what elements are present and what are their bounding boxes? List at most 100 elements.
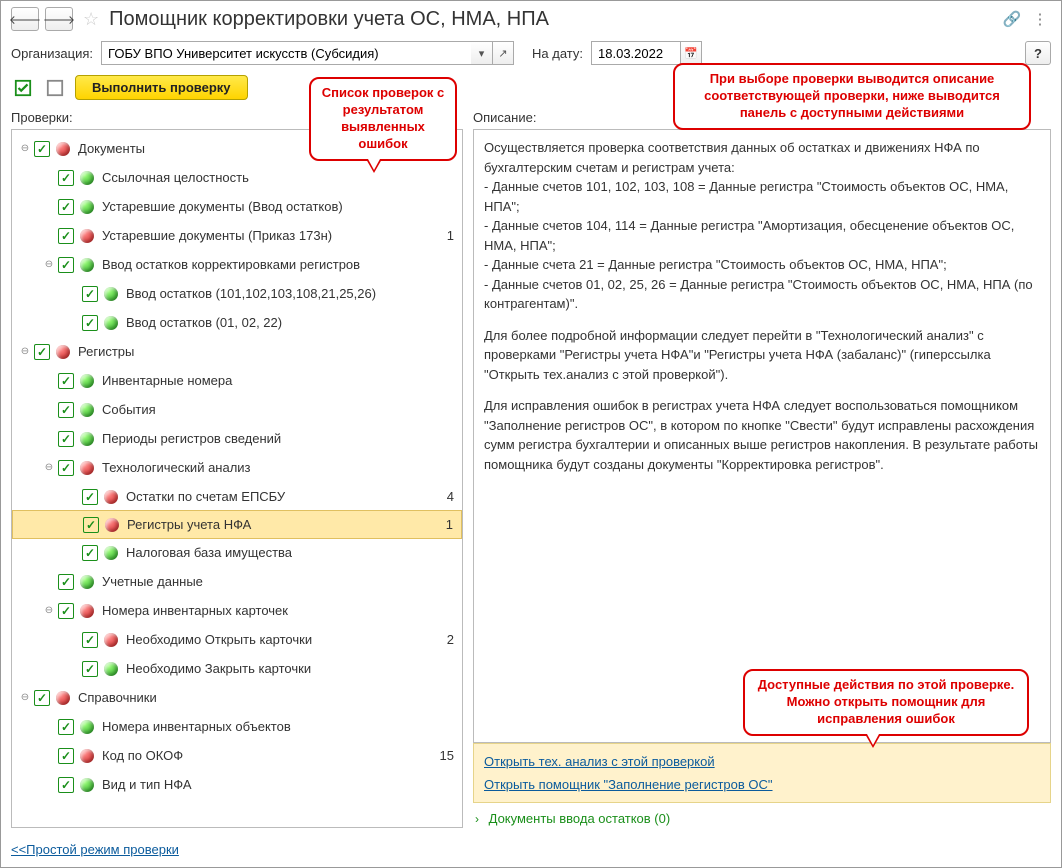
open-tech-analysis-link[interactable]: Открыть тех. анализ с этой проверкой (484, 750, 1040, 773)
callout-checks-list: Список проверок с результатом выявленных… (309, 77, 457, 161)
tree-row[interactable]: ⊖✓ Справочники (12, 683, 462, 712)
tree-row[interactable]: ✓ Устаревшие документы (Ввод остатков) (12, 192, 462, 221)
tree-row[interactable]: ✓Ввод остатков (01, 02, 22) (12, 308, 462, 337)
checkbox[interactable]: ✓ (58, 603, 74, 619)
status-ok-icon (80, 720, 94, 734)
tree-row-label: Вид и тип НФА (102, 777, 432, 792)
callout-description: При выборе проверки выводится описание с… (673, 63, 1031, 130)
tree-row[interactable]: ⊖✓Регистры (12, 337, 462, 366)
org-open-button[interactable]: ↗ (492, 41, 514, 65)
checkbox[interactable]: ✓ (58, 748, 74, 764)
description-box: Осуществляется проверка соответствия дан… (473, 129, 1051, 743)
checkbox[interactable]: ✓ (58, 170, 74, 186)
tree-row-label: Справочники (78, 690, 432, 705)
favorite-icon[interactable]: ☆ (83, 9, 99, 30)
desc-text: Для исправления ошибок в регистрах учета… (484, 396, 1040, 474)
tree-row[interactable]: ✓ Ввод остатков (101,102,103,108,21,25,26… (12, 279, 462, 308)
org-dropdown-button[interactable]: ▾ (471, 41, 493, 65)
tree-row[interactable]: ⊖✓Технологический анализ (12, 453, 462, 482)
tree-row[interactable]: ✓ События (12, 395, 462, 424)
collapse-icon[interactable]: ⊖ (18, 143, 32, 154)
checkbox[interactable]: ✓ (58, 199, 74, 215)
checkbox[interactable]: ✓ (82, 489, 98, 505)
checkbox[interactable]: ✓ (34, 141, 50, 157)
tree-row-label: События (102, 402, 432, 417)
help-button[interactable]: ? (1025, 41, 1051, 65)
checkbox[interactable]: ✓ (82, 315, 98, 331)
checkbox[interactable]: ✓ (58, 431, 74, 447)
date-input[interactable] (591, 41, 681, 65)
tree-row-label: Номера инвентарных объектов (102, 719, 432, 734)
checkbox[interactable]: ✓ (58, 228, 74, 244)
checkbox[interactable]: ✓ (58, 719, 74, 735)
tree-row[interactable]: ✓ Вид и тип НФА (12, 770, 462, 799)
status-ok-icon (80, 432, 94, 446)
status-error-icon (80, 229, 94, 243)
tree-row[interactable]: ✓ Регистры учета НФА1 (12, 510, 462, 539)
collapse-icon[interactable]: ⊖ (42, 462, 56, 473)
tree-row[interactable]: ✓Код по ОКОФ15 (12, 741, 462, 770)
back-button[interactable]: 🡐 (11, 7, 39, 31)
tree-row[interactable]: ✓Налоговая база имущества (12, 538, 462, 567)
page-title: Помощник корректировки учета ОС, НМА, НП… (109, 8, 995, 31)
kebab-icon[interactable]: ⋮ (1029, 10, 1051, 28)
status-ok-icon (104, 287, 118, 301)
checkbox[interactable]: ✓ (82, 286, 98, 302)
tree-row-label: Регистры учета НФА (127, 517, 431, 532)
checkbox[interactable]: ✓ (58, 257, 74, 273)
tree-row-label: Ввод остатков (101,102,103,108,21,25,26) (126, 286, 432, 301)
tree-row[interactable]: ✓ Инвентарные номера (12, 366, 462, 395)
collapse-icon[interactable]: ⊖ (42, 259, 56, 270)
status-error-icon (105, 518, 119, 532)
checkbox[interactable]: ✓ (82, 545, 98, 561)
status-error-icon (104, 490, 118, 504)
checkbox[interactable]: ✓ (58, 574, 74, 590)
tree-row-count: 1 (431, 517, 453, 532)
uncheck-all-button[interactable] (43, 76, 67, 100)
tree-row[interactable]: ✓ Остатки по счетам ЕПСБУ4 (12, 482, 462, 511)
open-fill-registers-link[interactable]: Открыть помощник "Заполнение регистров О… (484, 773, 1040, 796)
calendar-button[interactable]: 📅 (680, 41, 702, 65)
tree-row[interactable]: ⊖✓Ввод остатков корректировками регистро… (12, 250, 462, 279)
collapse-icon[interactable]: ⊖ (42, 605, 56, 616)
tree-row[interactable]: ✓Устаревшие документы (Приказ 173н)1 (12, 221, 462, 250)
tree-row-count: 4 (432, 489, 454, 504)
checkbox[interactable]: ✓ (58, 373, 74, 389)
docs-expander[interactable]: › Документы ввода остатков (0) (473, 803, 1051, 828)
checkbox[interactable]: ✓ (58, 777, 74, 793)
tree-row[interactable]: ✓ Необходимо Закрыть карточки (12, 654, 462, 683)
org-input[interactable] (101, 41, 471, 65)
tree-row-label: Устаревшие документы (Ввод остатков) (102, 199, 432, 214)
simple-mode-link[interactable]: <<Простой режим проверки (11, 842, 179, 857)
tree-row[interactable]: ⊖✓Номера инвентарных карточек (12, 596, 462, 625)
tree-row-label: Учетные данные (102, 574, 432, 589)
tree-row[interactable]: ✓Необходимо Открыть карточки2 (12, 625, 462, 654)
checkbox[interactable]: ✓ (34, 690, 50, 706)
tree-row[interactable]: ✓ Номера инвентарных объектов (12, 712, 462, 741)
collapse-icon[interactable]: ⊖ (18, 346, 32, 357)
collapse-icon[interactable]: ⊖ (18, 692, 32, 703)
status-error-icon (56, 345, 70, 359)
tree-row-label: Инвентарные номера (102, 373, 432, 388)
checkbox[interactable]: ✓ (58, 460, 74, 476)
tree-row-label: Необходимо Закрыть карточки (126, 661, 432, 676)
link-icon[interactable]: 🔗 (1001, 10, 1023, 28)
run-check-button[interactable]: Выполнить проверку (75, 75, 248, 100)
status-error-icon (80, 604, 94, 618)
checkbox[interactable]: ✓ (34, 344, 50, 360)
checkbox[interactable]: ✓ (82, 661, 98, 677)
checkbox[interactable]: ✓ (83, 517, 99, 533)
tree-row-label: Остатки по счетам ЕПСБУ (126, 489, 432, 504)
checks-tree[interactable]: ⊖✓Документы✓Ссылочная целостность✓Устаре… (11, 129, 463, 828)
forward-button[interactable]: 🡒 (45, 7, 73, 31)
tree-row[interactable]: ✓Периоды регистров сведений (12, 424, 462, 453)
status-error-icon (80, 749, 94, 763)
status-ok-icon (80, 403, 94, 417)
tree-row-label: Необходимо Открыть карточки (126, 632, 432, 647)
checkbox[interactable]: ✓ (58, 402, 74, 418)
tree-row[interactable]: ✓Ссылочная целостность (12, 163, 462, 192)
tree-row[interactable]: ✓ Учетные данные (12, 567, 462, 596)
checkbox[interactable]: ✓ (82, 632, 98, 648)
status-ok-icon (80, 374, 94, 388)
check-all-button[interactable] (11, 76, 35, 100)
